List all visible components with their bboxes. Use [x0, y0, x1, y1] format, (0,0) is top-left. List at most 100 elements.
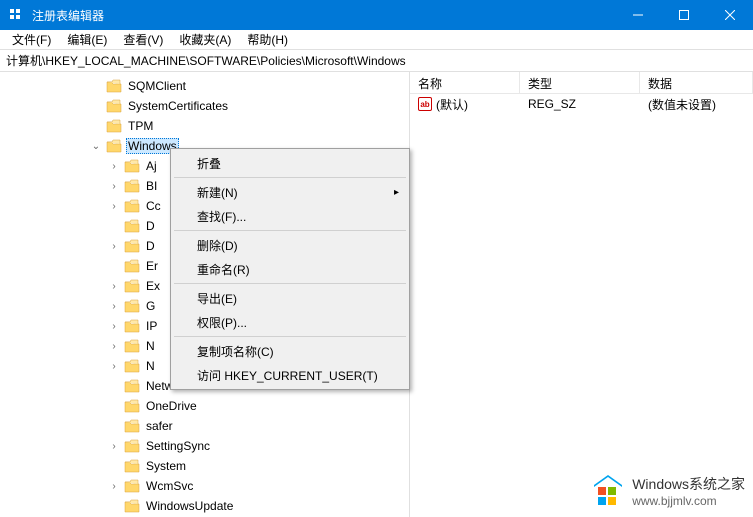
tree-item[interactable]: TPM	[0, 116, 409, 136]
tree-item[interactable]: WindowsUpdate	[0, 496, 409, 516]
chevron-right-icon[interactable]: ›	[108, 240, 120, 252]
tree-item[interactable]: SQMClient	[0, 76, 409, 96]
folder-icon	[124, 419, 140, 433]
tree-label: safer	[144, 418, 175, 434]
maximize-button[interactable]	[661, 0, 707, 30]
tree-label: IP	[144, 318, 159, 334]
menu-help[interactable]: 帮助(H)	[239, 29, 296, 50]
ctx-rename[interactable]: 重命名(R)	[173, 257, 407, 281]
chevron-right-icon[interactable]: ›	[108, 300, 120, 312]
string-value-icon: ab	[418, 97, 432, 111]
folder-icon	[124, 459, 140, 473]
tree-item[interactable]: › WcmSvc	[0, 476, 409, 496]
expander-placeholder	[108, 260, 120, 272]
ctx-separator	[174, 283, 406, 284]
chevron-right-icon[interactable]: ›	[108, 160, 120, 172]
tree-label: WcmSvc	[144, 478, 195, 494]
tree-label: Cc	[144, 198, 163, 214]
watermark: Windows系统之家 www.bjjmlv.com	[590, 473, 745, 509]
ctx-separator	[174, 177, 406, 178]
tree-label: D	[144, 238, 157, 254]
list-panel[interactable]: 名称 类型 数据 ab(默认)REG_SZ(数值未设置)	[410, 72, 753, 517]
menubar: 文件(F) 编辑(E) 查看(V) 收藏夹(A) 帮助(H)	[0, 30, 753, 50]
folder-icon	[106, 119, 122, 133]
folder-icon	[124, 179, 140, 193]
chevron-right-icon[interactable]: ›	[108, 360, 120, 372]
watermark-url: www.bjjmlv.com	[632, 494, 745, 508]
watermark-logo-icon	[590, 473, 626, 509]
folder-icon	[124, 359, 140, 373]
chevron-right-icon[interactable]: ›	[108, 480, 120, 492]
menu-edit[interactable]: 编辑(E)	[59, 29, 115, 50]
list-row[interactable]: ab(默认)REG_SZ(数值未设置)	[410, 94, 753, 114]
folder-icon	[124, 319, 140, 333]
chevron-right-icon[interactable]: ›	[108, 340, 120, 352]
folder-icon	[124, 279, 140, 293]
folder-icon	[106, 99, 122, 113]
ctx-new[interactable]: 新建(N)▸	[173, 180, 407, 204]
tree-label: G	[144, 298, 157, 314]
menu-view[interactable]: 查看(V)	[115, 29, 171, 50]
folder-icon	[106, 139, 122, 153]
menu-favorites[interactable]: 收藏夹(A)	[171, 29, 239, 50]
ctx-separator	[174, 230, 406, 231]
folder-icon	[124, 439, 140, 453]
menu-file[interactable]: 文件(F)	[4, 29, 59, 50]
col-type[interactable]: 类型	[520, 72, 640, 93]
tree-label: SettingSync	[144, 438, 212, 454]
ctx-goto[interactable]: 访问 HKEY_CURRENT_USER(T)	[173, 363, 407, 387]
ctx-delete[interactable]: 删除(D)	[173, 233, 407, 257]
expander-placeholder	[108, 420, 120, 432]
folder-icon	[124, 159, 140, 173]
cell-name: ab(默认)	[410, 94, 520, 115]
watermark-title: Windows系统之家	[632, 474, 745, 494]
folder-icon	[124, 379, 140, 393]
titlebar: 注册表编辑器	[0, 0, 753, 30]
col-data[interactable]: 数据	[640, 72, 753, 93]
chevron-right-icon: ▸	[394, 187, 399, 198]
tree-label: TPM	[126, 118, 155, 134]
address-path: 计算机\HKEY_LOCAL_MACHINE\SOFTWARE\Policies…	[6, 52, 406, 69]
chevron-right-icon[interactable]: ›	[108, 440, 120, 452]
ctx-export[interactable]: 导出(E)	[173, 286, 407, 310]
chevron-right-icon[interactable]: ›	[108, 180, 120, 192]
window-title: 注册表编辑器	[32, 7, 615, 24]
chevron-down-icon[interactable]: ⌄	[90, 140, 102, 152]
col-name[interactable]: 名称	[410, 72, 520, 93]
tree-item[interactable]: OneDrive	[0, 396, 409, 416]
ctx-find[interactable]: 查找(F)...	[173, 204, 407, 228]
folder-icon	[124, 299, 140, 313]
expander-placeholder	[108, 500, 120, 512]
chevron-right-icon[interactable]: ›	[108, 280, 120, 292]
tree-item[interactable]: SystemCertificates	[0, 96, 409, 116]
expander-placeholder	[90, 120, 102, 132]
ctx-collapse[interactable]: 折叠	[173, 151, 407, 175]
minimize-button[interactable]	[615, 0, 661, 30]
tree-label: WindowsUpdate	[144, 498, 235, 514]
expander-placeholder	[108, 220, 120, 232]
folder-icon	[124, 399, 140, 413]
ctx-permissions[interactable]: 权限(P)...	[173, 310, 407, 334]
folder-icon	[124, 479, 140, 493]
expander-placeholder	[108, 400, 120, 412]
tree-label: Aj	[144, 158, 159, 174]
close-button[interactable]	[707, 0, 753, 30]
tree-item[interactable]: safer	[0, 416, 409, 436]
tree-label: System	[144, 458, 188, 474]
addressbar[interactable]: 计算机\HKEY_LOCAL_MACHINE\SOFTWARE\Policies…	[0, 50, 753, 72]
folder-icon	[106, 79, 122, 93]
chevron-right-icon[interactable]: ›	[108, 200, 120, 212]
tree-item[interactable]: System	[0, 456, 409, 476]
tree-label: Er	[144, 258, 160, 274]
tree-label: OneDrive	[144, 398, 199, 414]
folder-icon	[124, 339, 140, 353]
folder-icon	[124, 259, 140, 273]
tree-label: BI	[144, 178, 159, 194]
tree-label: SystemCertificates	[126, 98, 230, 114]
cell-data: (数值未设置)	[640, 94, 753, 115]
chevron-right-icon[interactable]: ›	[108, 320, 120, 332]
ctx-copykey[interactable]: 复制项名称(C)	[173, 339, 407, 363]
tree-item[interactable]: › SettingSync	[0, 436, 409, 456]
expander-placeholder	[90, 100, 102, 112]
cell-type: REG_SZ	[520, 95, 640, 113]
